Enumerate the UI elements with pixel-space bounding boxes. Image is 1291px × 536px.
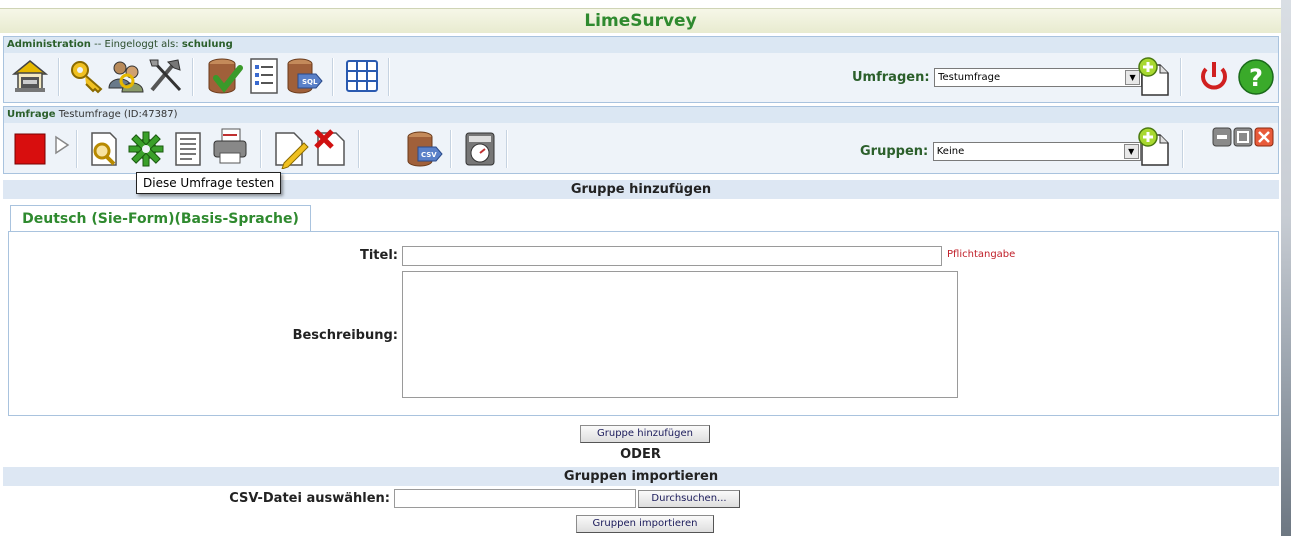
toolbar-separator bbox=[506, 130, 508, 168]
logged-in-text: Eingeloggt als: bbox=[104, 39, 179, 50]
surveys-selected-value: Testumfrage bbox=[938, 72, 1001, 83]
logout-icon[interactable] bbox=[1194, 57, 1234, 97]
admin-header: Administration -- Eingeloggt als: schulu… bbox=[4, 37, 1278, 53]
import-groups-button[interactable]: Gruppen importieren bbox=[576, 515, 714, 533]
surveys-select-group: Umfragen: Testumfrage ▼ bbox=[852, 68, 1143, 87]
browse-button[interactable]: Durchsuchen... bbox=[638, 490, 740, 508]
add-group-button[interactable]: Gruppe hinzufügen bbox=[580, 425, 710, 443]
svg-text:CSV: CSV bbox=[421, 151, 437, 159]
app-title: LimeSurvey bbox=[0, 8, 1281, 33]
tools-icon[interactable] bbox=[146, 56, 186, 96]
admin-header-sep: -- bbox=[94, 39, 102, 50]
survey-header-label: Umfrage bbox=[7, 109, 56, 120]
minimize-icon[interactable] bbox=[1212, 127, 1232, 147]
add-survey-icon[interactable] bbox=[1134, 57, 1174, 97]
surveys-select[interactable]: Testumfrage ▼ bbox=[934, 68, 1143, 87]
toolbar-separator bbox=[450, 130, 452, 168]
help-icon[interactable]: ? bbox=[1236, 57, 1276, 97]
db-check-icon[interactable] bbox=[204, 56, 244, 96]
search-icon[interactable] bbox=[84, 129, 124, 169]
csv-file-input[interactable] bbox=[394, 489, 636, 508]
title-input[interactable] bbox=[402, 246, 942, 266]
groups-label: Gruppen: bbox=[860, 144, 929, 159]
toolbar-separator bbox=[260, 130, 262, 168]
groups-select[interactable]: Keine ▼ bbox=[932, 142, 1141, 161]
toolbar-separator bbox=[1180, 58, 1182, 96]
maximize-icon[interactable] bbox=[1233, 127, 1253, 147]
sql-icon[interactable]: SQL bbox=[284, 56, 324, 96]
svg-text:?: ? bbox=[1249, 64, 1263, 92]
survey-header: Umfrage Testumfrage (ID:47387) bbox=[4, 107, 1278, 123]
admin-toolbar: Administration -- Eingeloggt als: schulu… bbox=[3, 36, 1279, 103]
tab-language-german[interactable]: Deutsch (Sie-Form)(Basis-Sprache) bbox=[10, 205, 311, 232]
add-group-icon[interactable] bbox=[1134, 127, 1174, 167]
document-icon[interactable] bbox=[168, 129, 208, 169]
edit-icon[interactable] bbox=[270, 129, 310, 169]
required-text: Pflichtangabe bbox=[947, 249, 1016, 260]
admin-header-label: Administration bbox=[7, 39, 91, 50]
description-label: Beschreibung: bbox=[292, 328, 398, 343]
groups-selected-value: Keine bbox=[936, 146, 965, 157]
csv-file-label: CSV-Datei auswählen: bbox=[229, 491, 390, 506]
table-icon[interactable] bbox=[342, 56, 382, 96]
import-section-title: Gruppen importieren bbox=[3, 467, 1279, 486]
home-icon[interactable] bbox=[10, 56, 50, 96]
groups-select-group: Gruppen: Keine ▼ bbox=[860, 142, 1141, 161]
play-icon[interactable] bbox=[52, 129, 72, 169]
timer-icon[interactable] bbox=[460, 129, 500, 169]
keys-icon[interactable] bbox=[68, 56, 108, 96]
print-icon[interactable] bbox=[210, 127, 250, 167]
csv-export-icon[interactable]: CSV bbox=[404, 129, 444, 169]
users-icon[interactable] bbox=[106, 56, 146, 96]
description-textarea[interactable] bbox=[402, 271, 958, 398]
surveys-label: Umfragen: bbox=[852, 70, 930, 85]
delete-icon[interactable] bbox=[310, 127, 350, 167]
toolbar-separator bbox=[76, 130, 78, 168]
stop-icon[interactable] bbox=[12, 129, 52, 169]
list-icon[interactable] bbox=[244, 56, 284, 96]
toolbar-separator bbox=[388, 58, 390, 96]
svg-text:SQL: SQL bbox=[302, 78, 318, 86]
toolbar-separator bbox=[332, 58, 334, 96]
or-text: ODER bbox=[620, 447, 661, 462]
toolbar-separator bbox=[192, 58, 194, 96]
username: schulung bbox=[181, 39, 233, 50]
toolbar-separator bbox=[1182, 130, 1184, 168]
survey-name: Testumfrage bbox=[58, 109, 121, 120]
desktop-edge bbox=[1281, 0, 1291, 536]
tooltip: Diese Umfrage testen bbox=[136, 172, 282, 194]
toolbar-separator bbox=[358, 130, 360, 168]
settings-icon[interactable] bbox=[126, 129, 166, 169]
survey-toolbar: Umfrage Testumfrage (ID:47387) CSV Grupp… bbox=[3, 106, 1279, 174]
survey-id: (ID:47387) bbox=[123, 109, 178, 120]
page: LimeSurvey Administration -- Eingeloggt … bbox=[0, 0, 1281, 536]
title-label: Titel: bbox=[359, 248, 398, 263]
close-icon[interactable] bbox=[1254, 127, 1274, 147]
toolbar-separator bbox=[58, 58, 60, 96]
